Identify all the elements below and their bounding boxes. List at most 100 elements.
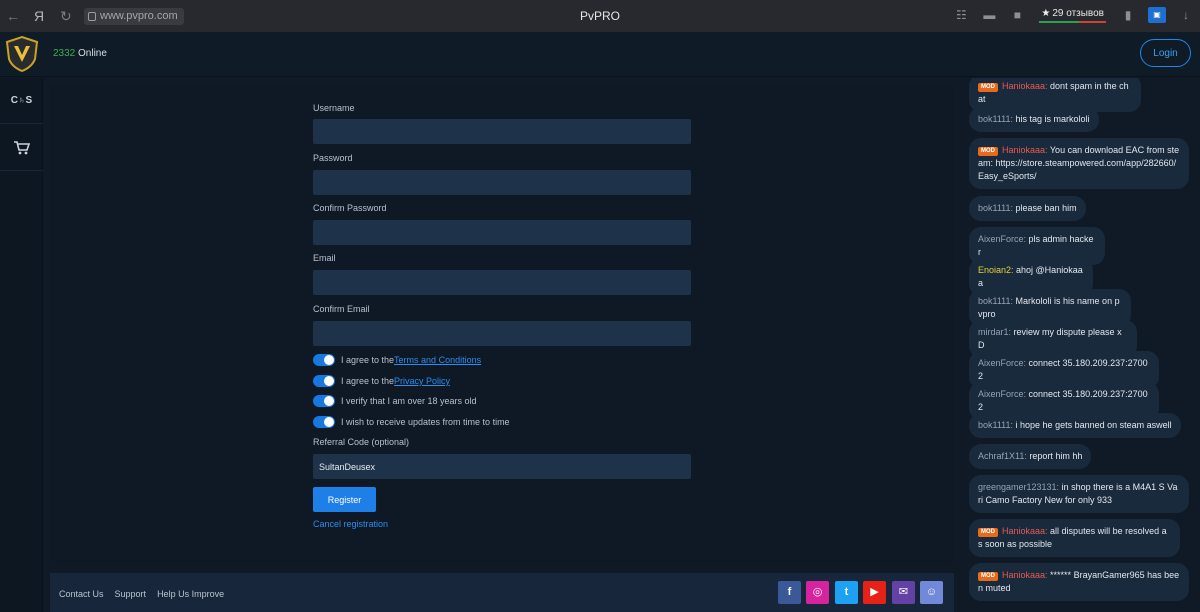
comment-icon[interactable]: ■ <box>1009 7 1025 23</box>
lock-icon <box>88 12 96 21</box>
chat-username[interactable]: AixenForce: <box>978 358 1026 368</box>
chat-username[interactable]: Enoian2: <box>978 265 1014 275</box>
facebook-icon[interactable]: f <box>778 581 801 604</box>
reviews-badge[interactable]: ★ 29 отзывов <box>1037 6 1108 24</box>
reviews-label: 29 отзывов <box>1052 8 1104 19</box>
support-link[interactable]: Support <box>115 589 147 599</box>
extension-icon[interactable]: ▣ <box>1148 7 1166 23</box>
terms-prefix: I agree to the <box>341 355 395 365</box>
online-count: 2332 <box>53 48 76 59</box>
site-header: 2332 Online Login <box>0 32 1200 77</box>
chat-username[interactable]: Achraf1X11: <box>978 451 1027 461</box>
age-toggle[interactable] <box>313 395 335 407</box>
site-footer: Contact Us Support Help Us Improve f ◎ t ▶ ✉… <box>50 573 954 612</box>
address-bar-url: www.pvpro.com <box>100 10 178 22</box>
chat-message: bok1111: i hope he gets banned on steam … <box>969 413 1181 438</box>
chat-message: greengamer123131: in shop there is a M4A… <box>969 475 1189 513</box>
referral-label: Referral Code (optional) <box>313 437 410 447</box>
terms-toggle[interactable] <box>313 354 335 366</box>
chat-message-text: report him hh <box>1026 451 1083 461</box>
username-label: Username <box>313 103 355 113</box>
chat-username[interactable]: bok1111: <box>978 203 1013 213</box>
contact-us-link[interactable]: Contact Us <box>59 589 104 599</box>
updates-toggle[interactable] <box>313 416 335 428</box>
left-sidebar: C♄S <box>0 78 43 612</box>
confirm-email-input[interactable] <box>313 321 691 346</box>
twitch-icon[interactable]: ✉ <box>892 581 915 604</box>
updates-label: I wish to receive updates from time to t… <box>341 417 510 427</box>
instagram-icon[interactable]: ◎ <box>806 581 829 604</box>
login-button[interactable]: Login <box>1140 39 1191 67</box>
terms-row: I agree to the Terms and Conditions <box>313 354 481 366</box>
chat-message: MOD Haniokaaa: all disputes will be resol… <box>969 519 1180 557</box>
discord-icon[interactable]: ☺ <box>920 581 943 604</box>
chat-message-text: his tag is markololi <box>1013 114 1090 124</box>
chat-username[interactable]: AixenForce: <box>978 389 1026 399</box>
translate-icon[interactable]: ☷ <box>953 7 969 23</box>
footer-links: Contact Us Support Help Us Improve <box>59 589 224 599</box>
chat-message: bok1111: his tag is markololi <box>969 107 1099 132</box>
reader-mode-icon[interactable]: ▬ <box>981 7 997 23</box>
mod-badge: MOD <box>978 572 998 581</box>
chat-message-text: please ban him <box>1013 203 1077 213</box>
privacy-link[interactable]: Privacy Policy <box>394 376 450 386</box>
mod-badge: MOD <box>978 147 998 156</box>
chat-username[interactable]: Haniokaaa: <box>1002 526 1048 536</box>
browser-toolbar: ← Я ↻ www.pvpro.com PvPRO ☷ ▬ ■ ★ 29 отзы… <box>0 0 1200 32</box>
chat-message: MOD Haniokaaa: You can download EAC from … <box>969 138 1189 189</box>
confirm-password-input[interactable] <box>313 220 691 245</box>
cart-icon <box>13 140 30 154</box>
chat-username[interactable]: greengamer123131: <box>978 482 1059 492</box>
password-input[interactable] <box>313 170 691 195</box>
chat-username[interactable]: bok1111: <box>978 296 1013 306</box>
sidebar-item-csgo[interactable]: C♄S <box>0 78 43 124</box>
browser-right-icons: ☷ ▬ ■ ★ 29 отзывов ▮ ▣ ↓ <box>953 6 1200 24</box>
chat-username[interactable]: bok1111: <box>978 420 1013 430</box>
address-bar[interactable]: www.pvpro.com <box>84 8 184 25</box>
chat-username[interactable]: mirdar1: <box>978 327 1011 337</box>
yandex-home-icon[interactable]: Я <box>34 8 44 24</box>
chat-panel: MOD Haniokaaa: dont spam in the chat bok11… <box>960 78 1200 612</box>
chat-username[interactable]: Haniokaaa: <box>1002 570 1048 580</box>
bookmark-icon[interactable]: ▮ <box>1120 7 1136 23</box>
updates-row: I wish to receive updates from time to t… <box>313 416 510 428</box>
twitter-icon[interactable]: t <box>835 581 858 604</box>
age-label: I verify that I am over 18 years old <box>341 396 477 406</box>
chat-message-text: i hope he gets banned on steam aswell <box>1013 420 1172 430</box>
age-row: I verify that I am over 18 years old <box>313 395 477 407</box>
terms-link[interactable]: Terms and Conditions <box>394 355 481 365</box>
chat-username[interactable]: Haniokaaa: <box>1002 145 1048 155</box>
privacy-row: I agree to the Privacy Policy <box>313 375 450 387</box>
register-button[interactable]: Register <box>313 487 376 512</box>
cancel-registration-link[interactable]: Cancel registration <box>313 519 388 529</box>
privacy-toggle[interactable] <box>313 375 335 387</box>
privacy-prefix: I agree to the <box>341 376 395 386</box>
help-us-improve-link[interactable]: Help Us Improve <box>157 589 224 599</box>
back-icon[interactable]: ← <box>6 8 20 24</box>
chat-message-text: dont spam in the chat <box>978 81 1129 104</box>
counter-strike-icon: C♄S <box>10 95 33 106</box>
chat-username[interactable]: bok1111: <box>978 114 1013 124</box>
chat-message: MOD Haniokaaa: ****** BrayanGamer965 has … <box>969 563 1189 601</box>
download-icon[interactable]: ↓ <box>1178 7 1194 23</box>
username-input[interactable] <box>313 119 691 144</box>
online-counter: 2332 Online <box>53 48 107 59</box>
mod-badge: MOD <box>978 528 998 537</box>
sidebar-item-shop[interactable] <box>0 125 43 171</box>
online-label: Online <box>75 48 107 59</box>
email-input[interactable] <box>313 270 691 295</box>
chat-username[interactable]: AixenForce: <box>978 234 1026 244</box>
star-icon: ★ <box>1041 8 1051 19</box>
youtube-icon[interactable]: ▶ <box>863 581 886 604</box>
pvpro-logo-icon[interactable] <box>4 35 40 73</box>
mod-badge: MOD <box>978 83 998 92</box>
referral-input[interactable] <box>313 454 691 479</box>
confirm-password-label: Confirm Password <box>313 203 387 213</box>
reload-icon[interactable]: ↻ <box>60 8 72 25</box>
confirm-email-label: Confirm Email <box>313 304 370 314</box>
chat-message: bok1111: please ban him <box>969 196 1086 221</box>
email-label: Email <box>313 253 336 263</box>
chat-message: Achraf1X11: report him hh <box>969 444 1092 469</box>
chat-username[interactable]: Haniokaaa: <box>1002 81 1048 91</box>
password-label: Password <box>313 153 353 163</box>
